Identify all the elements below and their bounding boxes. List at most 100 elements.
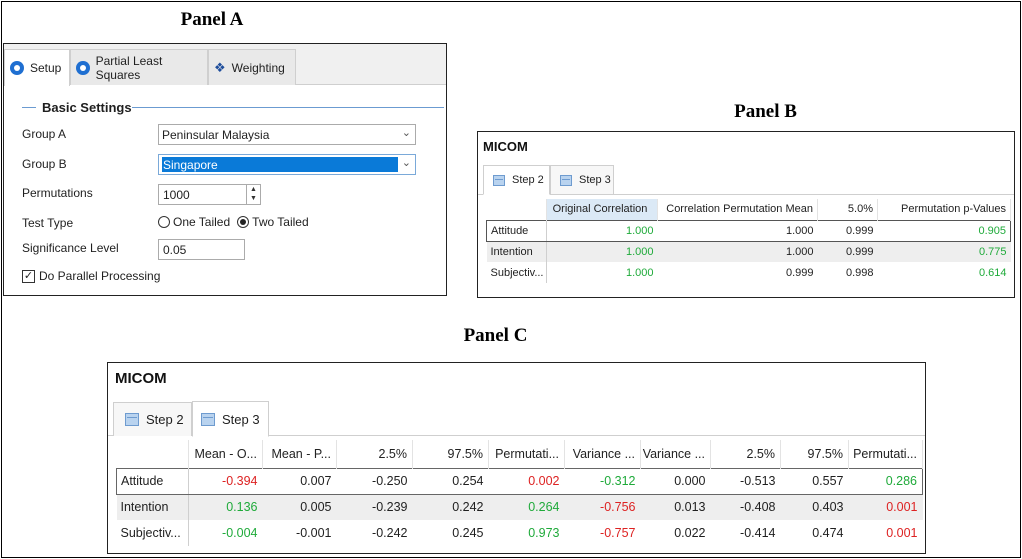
tabstrip: Step 2 Step 3 bbox=[478, 162, 1014, 195]
table-cell: -0.250 bbox=[336, 467, 413, 495]
permutations-stepper[interactable]: 1000 ▲ ▼ bbox=[158, 184, 261, 205]
tab-weighting[interactable]: ❖ Weighting bbox=[208, 49, 296, 85]
corner-cell bbox=[486, 199, 547, 220]
table-cell: 0.013 bbox=[640, 494, 711, 520]
table-cell: -0.757 bbox=[600, 526, 636, 540]
two-tailed-radio[interactable] bbox=[237, 216, 250, 228]
table-row[interactable]: Subjectiv... -0.004 -0.001 -0.242 0.245 … bbox=[116, 520, 923, 546]
tab-step-2[interactable]: Step 2 bbox=[113, 402, 192, 436]
tab-step-2[interactable]: Step 2 bbox=[483, 165, 550, 195]
one-tailed-radio[interactable] bbox=[158, 216, 170, 228]
column-header[interactable]: 2.5% bbox=[336, 440, 413, 468]
table-cell: -0.001 bbox=[296, 526, 332, 540]
panel-c-title: Panel C bbox=[438, 320, 553, 352]
section-divider bbox=[132, 107, 444, 108]
column-header[interactable]: 5.0% bbox=[817, 199, 878, 220]
group-a-label: Group A bbox=[22, 127, 67, 141]
tab-step-3-label: Step 3 bbox=[222, 411, 260, 427]
parallel-processing-row: ✓ Do Parallel Processing bbox=[22, 269, 160, 283]
group-a-select[interactable]: Peninsular Malaysia ⌄ bbox=[158, 124, 416, 145]
table-cell: 0.002 bbox=[488, 467, 565, 495]
column-header[interactable]: Mean - P... bbox=[262, 440, 337, 468]
table-row[interactable]: Subjectiv... 1.000 0.999 0.998 0.614 bbox=[486, 262, 1011, 283]
significance-input[interactable]: 0.05 bbox=[158, 239, 245, 260]
tab-partial-least-squares[interactable]: Partial Least Squares bbox=[70, 49, 208, 85]
table-cell: 0.242 bbox=[412, 494, 489, 520]
one-tailed-label: One Tailed bbox=[173, 215, 231, 229]
tab-setup-label: Setup bbox=[30, 61, 62, 75]
gear-icon bbox=[76, 60, 90, 75]
column-header[interactable]: 97.5% bbox=[780, 440, 849, 468]
window-title: MICOM bbox=[483, 139, 528, 154]
table-cell: 0.005 bbox=[262, 494, 337, 520]
group-b-label: Group B bbox=[22, 157, 67, 171]
table-row[interactable]: Intention 0.136 0.005 -0.239 0.242 0.264… bbox=[116, 494, 923, 520]
grid-icon bbox=[560, 174, 572, 186]
row-header: Subjectiv... bbox=[116, 520, 189, 546]
table-cell: -0.756 bbox=[564, 494, 641, 520]
chevron-down-icon: ⌄ bbox=[401, 157, 411, 169]
column-header[interactable]: Permutati... bbox=[848, 440, 923, 468]
table-cell: 0.905 bbox=[877, 219, 1011, 242]
tab-step-3[interactable]: Step 3 bbox=[550, 165, 614, 194]
table-cell: 0.007 bbox=[262, 467, 337, 495]
table-cell: 0.403 bbox=[780, 494, 849, 520]
significance-label: Significance Level bbox=[22, 241, 119, 255]
column-header[interactable]: Variance ... bbox=[640, 440, 711, 468]
row-header: Attitude bbox=[486, 219, 547, 242]
column-header[interactable]: 97.5% bbox=[412, 440, 489, 468]
tab-pls-label: Partial Least Squares bbox=[95, 53, 163, 82]
people-icon: ❖ bbox=[214, 59, 226, 75]
table-row[interactable]: Attitude 1.000 1.000 0.999 0.905 bbox=[486, 219, 1011, 242]
table-cell: 0.136 bbox=[188, 494, 263, 520]
tab-step-3[interactable]: Step 3 bbox=[192, 401, 269, 437]
table-cell: 0.614 bbox=[978, 266, 1007, 279]
table-cell: 0.557 bbox=[780, 467, 849, 495]
panel-a-title: Panel A bbox=[152, 6, 272, 34]
parallel-processing-checkbox[interactable]: ✓ bbox=[22, 269, 35, 283]
test-type-radio-group: One Tailed Two Tailed bbox=[158, 215, 309, 229]
table-cell: 0.254 bbox=[412, 467, 489, 495]
table-header: Mean - O... Mean - P... 2.5% 97.5% Permu… bbox=[116, 440, 923, 468]
tab-step-2-label: Step 2 bbox=[146, 412, 184, 427]
corner-cell bbox=[116, 440, 189, 468]
micom-window-step3: MICOM Step 2 Step 3 Mean - O... Mean - P… bbox=[107, 362, 926, 554]
table-cell: 0.999 bbox=[817, 241, 878, 262]
table-cell: 0.775 bbox=[877, 241, 1011, 262]
window-title: MICOM bbox=[115, 370, 167, 387]
spinner-arrows-icon[interactable]: ▲ ▼ bbox=[246, 185, 260, 204]
column-header[interactable]: Variance ... bbox=[564, 440, 641, 468]
tab-step-2-label: Step 2 bbox=[512, 174, 544, 186]
table-cell: 0.999 bbox=[817, 219, 878, 242]
group-b-select[interactable]: Singapore ⌄ bbox=[158, 154, 416, 175]
grid-icon bbox=[201, 412, 215, 426]
row-header: Attitude bbox=[116, 467, 189, 495]
table-cell: 0.264 bbox=[488, 494, 565, 520]
tab-step-3-label: Step 3 bbox=[579, 174, 611, 186]
section-title: Basic Settings bbox=[42, 100, 132, 115]
column-header[interactable]: Permutation p-Values bbox=[877, 199, 1011, 220]
table-cell: -0.312 bbox=[564, 467, 641, 495]
tabstrip: Step 2 Step 3 bbox=[108, 398, 925, 437]
table-row[interactable]: Attitude -0.394 0.007 -0.250 0.254 0.002… bbox=[116, 467, 923, 495]
panel-b-title: Panel B bbox=[708, 97, 823, 127]
grid-icon bbox=[493, 174, 505, 186]
tab-setup[interactable]: Setup bbox=[4, 49, 70, 86]
column-header[interactable]: Original Correlation bbox=[546, 199, 658, 220]
tab-weighting-label: Weighting bbox=[231, 60, 285, 75]
table-cell: 0.999 bbox=[785, 266, 814, 279]
column-header[interactable]: Permutati... bbox=[488, 440, 565, 468]
section-divider-left bbox=[22, 107, 36, 108]
micom-window-step2: MICOM Step 2 Step 3 Original Correlation… bbox=[477, 131, 1015, 298]
table-cell: 0.973 bbox=[528, 526, 560, 540]
test-type-label: Test Type bbox=[22, 216, 74, 230]
table-cell: 1.000 bbox=[657, 241, 818, 262]
table-cell: -0.239 bbox=[336, 494, 413, 520]
column-header[interactable]: Correlation Permutation Mean bbox=[657, 199, 818, 220]
table-row[interactable]: Intention 1.000 1.000 0.999 0.775 bbox=[486, 241, 1011, 262]
table-cell: 0.286 bbox=[848, 467, 923, 495]
column-header[interactable]: Mean - O... bbox=[188, 440, 263, 468]
two-tailed-label: Two Tailed bbox=[252, 215, 309, 229]
table-cell: 0.474 bbox=[812, 526, 844, 540]
column-header[interactable]: 2.5% bbox=[710, 440, 781, 468]
